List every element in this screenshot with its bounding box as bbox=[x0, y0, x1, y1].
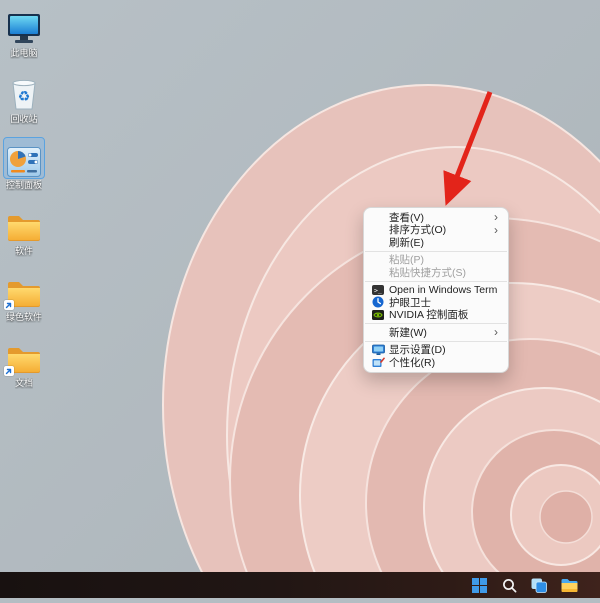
menu-item-refresh[interactable]: 刷新(E) bbox=[367, 236, 505, 249]
desktop-icon-label: 此电脑 bbox=[10, 48, 37, 59]
search-icon bbox=[502, 578, 517, 593]
task-view-icon bbox=[531, 578, 547, 593]
recycle-bin-icon: ♻ bbox=[4, 72, 44, 112]
wallpaper bbox=[0, 0, 600, 598]
svg-text:>_: >_ bbox=[374, 286, 382, 294]
menu-item-label: NVIDIA 控制面板 bbox=[389, 307, 498, 322]
blank-icon bbox=[372, 211, 386, 223]
blank-icon bbox=[372, 254, 386, 266]
blank-icon bbox=[372, 224, 386, 236]
chevron-right-icon: › bbox=[494, 212, 498, 222]
display-settings-icon bbox=[372, 344, 386, 356]
folder-icon bbox=[4, 336, 44, 376]
menu-separator bbox=[365, 281, 507, 282]
menu-item-new[interactable]: 新建(W) › bbox=[367, 326, 505, 339]
desktop-icon-recycle-bin[interactable]: ♻ 回收站 bbox=[0, 72, 48, 138]
menu-item-personalize[interactable]: 个性化(R) bbox=[367, 356, 505, 369]
folder-icon bbox=[4, 270, 44, 310]
eye-guard-icon bbox=[372, 296, 386, 308]
desktop-icon-folder-2[interactable]: 绿色软件 bbox=[0, 270, 48, 336]
this-pc-icon bbox=[4, 6, 44, 46]
start-button[interactable] bbox=[470, 576, 488, 594]
blank-icon bbox=[372, 326, 386, 338]
context-menu: 查看(V)›排序方式(O)›刷新(E)粘贴(P)粘贴快捷方式(S)>_Open … bbox=[363, 207, 509, 373]
taskbar-buttons bbox=[470, 572, 578, 598]
blank-icon bbox=[372, 236, 386, 248]
search-button[interactable] bbox=[500, 576, 518, 594]
desktop-icon-label: 软件 bbox=[15, 246, 33, 257]
menu-item-label: 新建(W) bbox=[389, 325, 490, 340]
folder-icon bbox=[4, 204, 44, 244]
chevron-right-icon: › bbox=[494, 225, 498, 235]
desktop-icon-control-panel[interactable]: 控制面板 bbox=[0, 138, 48, 204]
shortcut-arrow-icon bbox=[4, 366, 14, 376]
menu-item-label: 刷新(E) bbox=[389, 235, 498, 250]
menu-item-label: 粘贴快捷方式(S) bbox=[389, 265, 498, 280]
shortcut-arrow-icon bbox=[4, 300, 14, 310]
file-explorer-button[interactable] bbox=[560, 576, 578, 594]
control-panel-icon bbox=[4, 138, 44, 178]
menu-item-paste-shortcut: 粘贴快捷方式(S) bbox=[367, 266, 505, 279]
desktop-icon-label: 绿色软件 bbox=[6, 312, 42, 323]
desktop-icon-list: 此电脑 ♻ 回收站控制面板软件绿色软件文档 bbox=[0, 6, 50, 402]
menu-item-label: 个性化(R) bbox=[389, 355, 498, 370]
desktop-icon-label: 文档 bbox=[15, 378, 33, 389]
windows-terminal-icon: >_ bbox=[372, 284, 386, 296]
svg-text:♻: ♻ bbox=[18, 88, 31, 104]
personalize-icon bbox=[372, 356, 386, 368]
windows-logo-icon bbox=[472, 578, 487, 593]
desktop-icon-folder-3[interactable]: 文档 bbox=[0, 336, 48, 402]
file-explorer-icon bbox=[561, 578, 578, 593]
desktop-icon-label: 控制面板 bbox=[6, 180, 42, 191]
desktop-icon-label: 回收站 bbox=[10, 114, 37, 125]
nvidia-icon bbox=[372, 309, 386, 321]
chevron-right-icon: › bbox=[494, 327, 498, 337]
taskbar bbox=[0, 572, 600, 598]
menu-item-nvidia-control-panel[interactable]: NVIDIA 控制面板 bbox=[367, 309, 505, 322]
task-view-button[interactable] bbox=[530, 576, 548, 594]
desktop-icon-folder-1[interactable]: 软件 bbox=[0, 204, 48, 270]
blank-icon bbox=[372, 266, 386, 278]
desktop-icon-this-pc[interactable]: 此电脑 bbox=[0, 6, 48, 72]
